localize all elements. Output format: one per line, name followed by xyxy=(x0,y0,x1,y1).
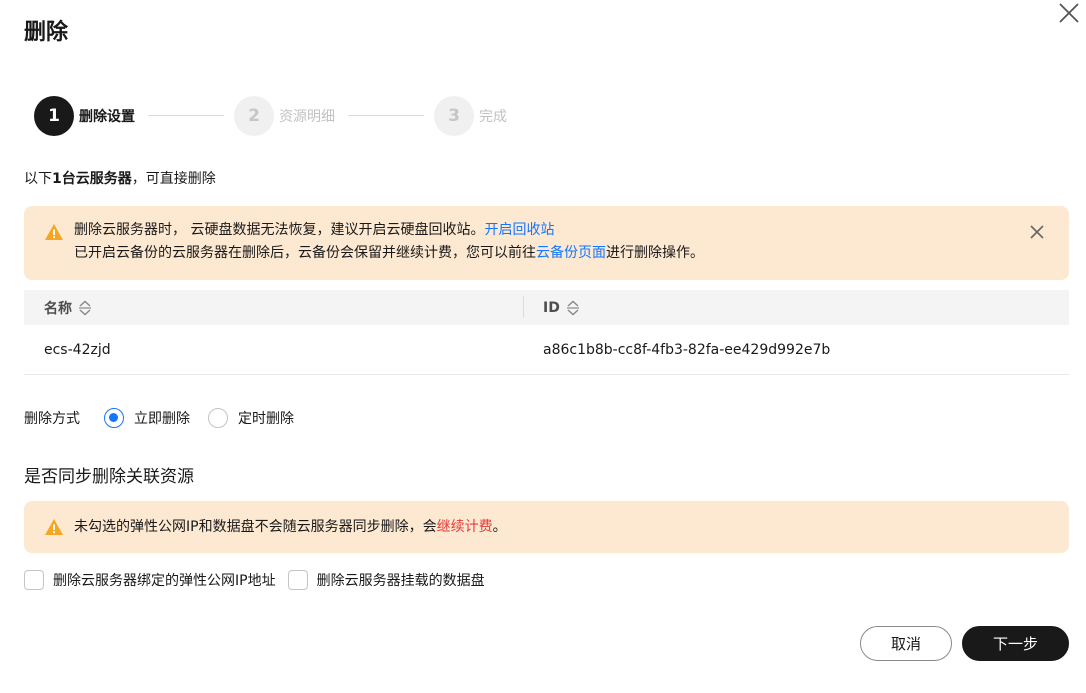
alert-line-2-text: 已开启云备份的云服务器在删除后，云备份会保留并继续计费，您可以前往 xyxy=(74,245,536,261)
intro-count: 1台云服务器 xyxy=(52,171,132,187)
checkbox-delete-data-disk-label[interactable]: 删除云服务器挂载的数据盘 xyxy=(317,570,485,590)
billing-warning-text-end: 。 xyxy=(492,519,507,535)
column-divider[interactable] xyxy=(523,296,524,318)
sort-icon[interactable] xyxy=(566,300,580,316)
delete-mode-label: 删除方式 xyxy=(24,411,80,427)
alert-line-1-text: 删除云服务器时， 云硬盘数据无法恢复，建议开启云硬盘回收站。 xyxy=(74,222,485,238)
next-step-button[interactable]: 下一步 xyxy=(962,626,1069,661)
column-header-id-label: ID xyxy=(543,299,560,316)
radio-delete-immediately-label[interactable]: 立即删除 xyxy=(134,408,190,428)
step-3-label: 完成 xyxy=(479,109,507,125)
column-header-id[interactable]: ID xyxy=(543,290,580,325)
alert-line-2: 已开启云备份的云服务器在删除后，云备份会保留并继续计费，您可以前往云备份页面进行… xyxy=(74,242,704,264)
checkbox-delete-data-disk[interactable] xyxy=(287,570,308,590)
delete-mode-group: 删除方式 立即删除 定时删除 xyxy=(24,407,312,429)
column-header-name[interactable]: 名称 xyxy=(44,290,92,325)
alert-line-1: 删除云服务器时， 云硬盘数据无法恢复，建议开启云硬盘回收站。开启回收站 xyxy=(74,219,554,241)
dialog-title: 删除 xyxy=(24,20,69,45)
continue-billing-link[interactable]: 继续计费 xyxy=(437,519,493,535)
billing-warning-text: 未勾选的弹性公网IP和数据盘不会随云服务器同步删除，会继续计费。 xyxy=(74,516,507,538)
intro-prefix: 以下 xyxy=(24,171,52,187)
intro-suffix: ，可直接删除 xyxy=(131,171,216,187)
sort-icon[interactable] xyxy=(78,300,92,316)
step-3: 3 完成 xyxy=(434,96,507,136)
step-2: 2 资源明细 xyxy=(234,96,335,136)
table-row: ecs-42zjd a86c1b8b-cc8f-4fb3-82fa-ee429d… xyxy=(24,325,1069,375)
checkbox-delete-eip[interactable] xyxy=(24,570,44,590)
step-2-label: 资源明细 xyxy=(279,109,335,125)
warning-icon xyxy=(45,519,63,535)
checkbox-delete-eip-label[interactable]: 删除云服务器绑定的弹性公网IP地址 xyxy=(53,570,276,590)
billing-warning-text-main: 未勾选的弹性公网IP和数据盘不会随云服务器同步删除，会 xyxy=(74,519,437,535)
cloud-backup-page-link[interactable]: 云备份页面 xyxy=(536,245,606,261)
step-1-number: 1 xyxy=(34,96,74,136)
cancel-button[interactable]: 取消 xyxy=(860,626,952,661)
table-header: 名称 ID xyxy=(24,290,1069,325)
billing-warning-alert: 未勾选的弹性公网IP和数据盘不会随云服务器同步删除，会继续计费。 xyxy=(24,501,1069,553)
step-1: 1 删除设置 xyxy=(34,96,135,136)
radio-scheduled-delete-label[interactable]: 定时删除 xyxy=(238,408,294,428)
alert-line-2-text-end: 进行删除操作。 xyxy=(606,245,704,261)
server-table: 名称 ID ecs-42zjd a86c1b8b-cc8f-4fb3-82fa-… xyxy=(24,290,1069,375)
warning-icon xyxy=(45,224,63,240)
alert-close-icon[interactable] xyxy=(1027,222,1047,242)
related-resources-title: 是否同步删除关联资源 xyxy=(24,467,194,487)
step-2-number: 2 xyxy=(234,96,274,136)
intro-text: 以下1台云服务器，可直接删除 xyxy=(24,168,216,188)
step-connector xyxy=(348,115,424,116)
column-header-name-label: 名称 xyxy=(44,300,72,317)
server-name-cell: ecs-42zjd xyxy=(44,342,111,358)
radio-scheduled-delete[interactable] xyxy=(208,408,228,428)
step-connector xyxy=(148,115,224,116)
radio-delete-immediately[interactable] xyxy=(104,408,124,428)
server-id-cell: a86c1b8b-cc8f-4fb3-82fa-ee429d992e7b xyxy=(543,342,831,358)
enable-recycle-bin-link[interactable]: 开启回收站 xyxy=(484,222,554,238)
step-1-label: 删除设置 xyxy=(79,109,135,125)
related-resources-checkboxes: 删除云服务器绑定的弹性公网IP地址 删除云服务器挂载的数据盘 xyxy=(24,569,497,591)
close-icon[interactable] xyxy=(1056,0,1082,26)
warning-alert: 删除云服务器时， 云硬盘数据无法恢复，建议开启云硬盘回收站。开启回收站 已开启云… xyxy=(24,206,1069,280)
step-3-number: 3 xyxy=(434,96,474,136)
